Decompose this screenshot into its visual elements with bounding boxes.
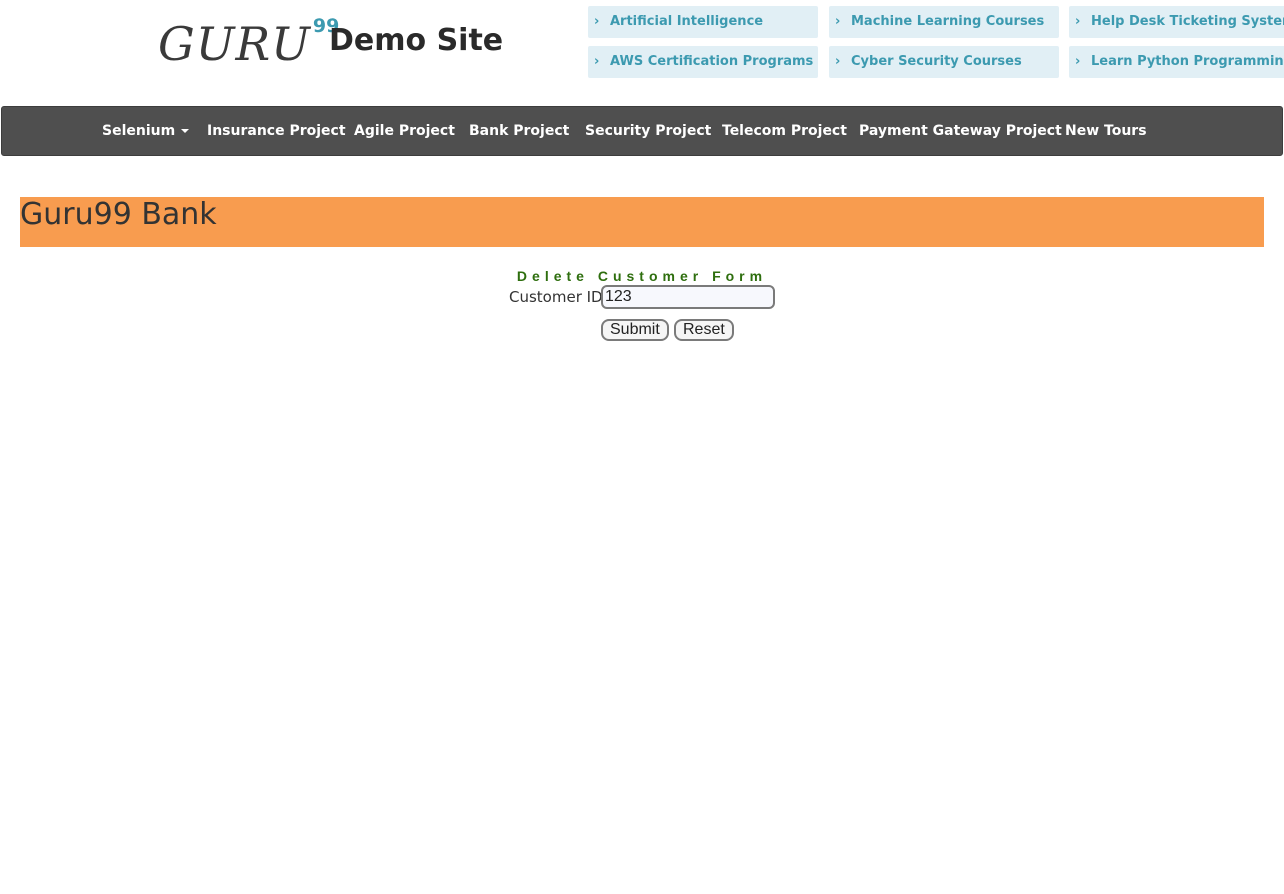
customer-id-input[interactable] [601,285,775,309]
top-course-links: › Artificial Intelligence › Machine Learni… [588,6,1284,80]
form-title: Delete Customer Form [516,268,768,284]
top-link-label: Machine Learning Courses [851,14,1045,29]
top-link-label: Learn Python Programming [1091,54,1284,69]
chevron-right-icon: › [594,54,600,69]
nav-item-bank-project[interactable]: Bank Project [469,107,569,155]
site-header: GURU 99 Demo Site › Artificial Intelligen… [0,0,1284,106]
top-link-label: Help Desk Ticketing System [1091,14,1284,29]
site-title: Demo Site [329,23,504,58]
nav-item-payment-gateway-project[interactable]: Payment Gateway Project [859,107,1062,155]
submit-button[interactable]: Submit [601,319,669,341]
customer-id-label: Customer ID [509,288,603,306]
top-link-label: AWS Certification Programs [610,54,814,69]
logo-text: GURU [158,17,311,71]
bank-title: Guru99 Bank [20,197,217,232]
guru99-logo[interactable]: GURU 99 [158,16,339,76]
nav-item-selenium[interactable]: Selenium [102,107,190,155]
chevron-right-icon: › [835,54,841,69]
caret-down-icon [181,129,190,133]
chevron-right-icon: › [1075,14,1081,29]
top-link-label: Cyber Security Courses [851,54,1022,69]
chevron-right-icon: › [835,14,841,29]
chevron-right-icon: › [1075,54,1081,69]
main-navbar: Selenium Insurance Project Agile Project… [1,106,1283,156]
top-link-help-desk[interactable]: › Help Desk Ticketing System [1069,6,1284,38]
reset-button[interactable]: Reset [674,319,734,341]
nav-item-insurance-project[interactable]: Insurance Project [207,107,346,155]
chevron-right-icon: › [594,14,600,29]
top-link-cyber-security[interactable]: › Cyber Security Courses [829,46,1059,78]
top-link-learn-python[interactable]: › Learn Python Programming [1069,46,1284,78]
top-link-machine-learning[interactable]: › Machine Learning Courses [829,6,1059,38]
top-link-label: Artificial Intelligence [610,14,764,29]
nav-item-new-tours[interactable]: New Tours [1065,107,1147,155]
top-link-artificial-intelligence[interactable]: › Artificial Intelligence [588,6,818,38]
bank-banner: Guru99 Bank [20,197,1264,247]
nav-item-agile-project[interactable]: Agile Project [354,107,455,155]
top-link-aws-certification[interactable]: › AWS Certification Programs [588,46,818,78]
nav-item-telecom-project[interactable]: Telecom Project [722,107,847,155]
nav-item-label: Selenium [102,123,176,139]
nav-item-security-project[interactable]: Security Project [585,107,711,155]
